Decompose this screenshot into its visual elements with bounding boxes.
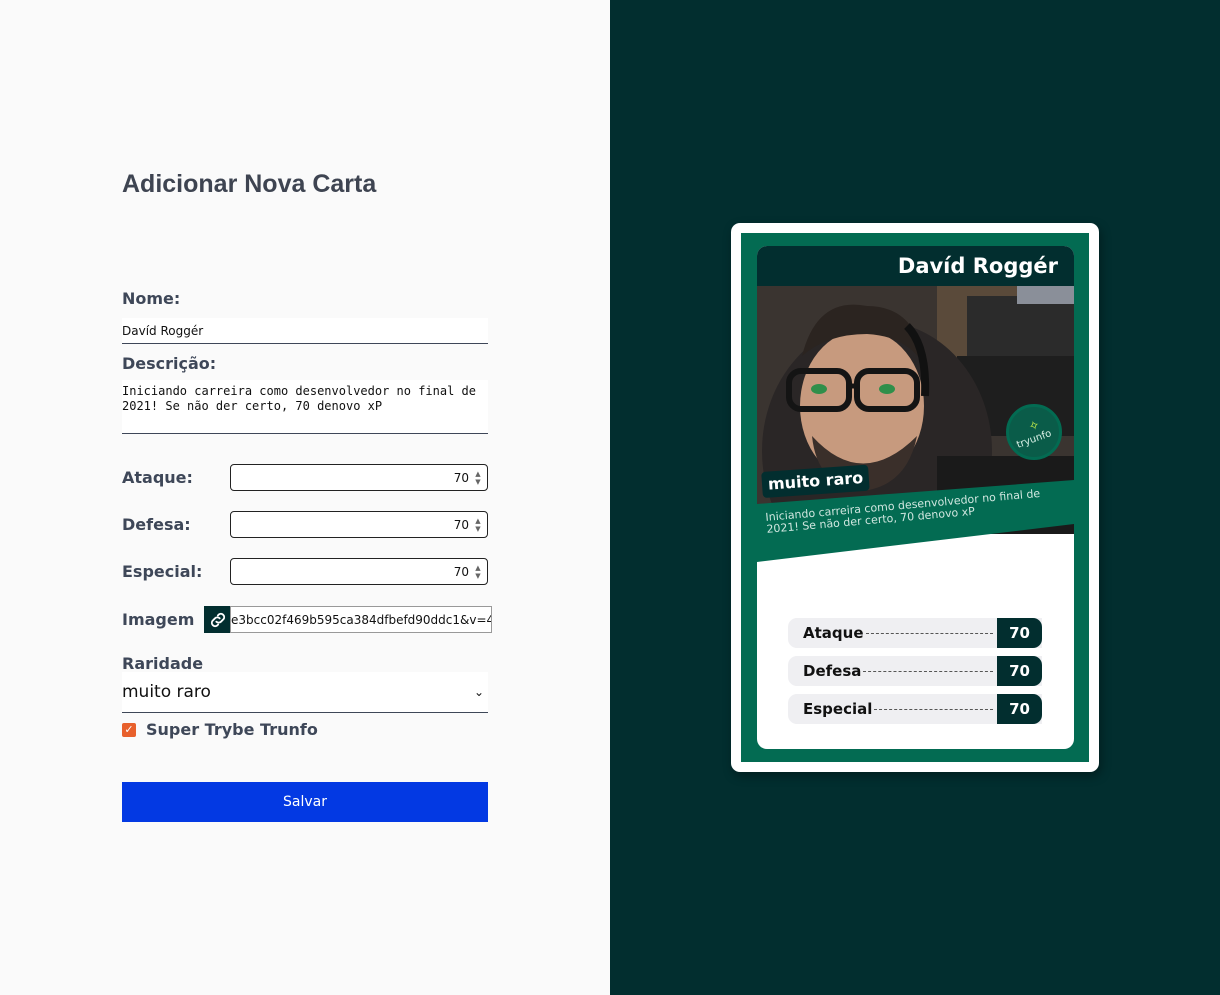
attribute-value: 70	[997, 618, 1042, 648]
chevron-down-icon: ⌄	[473, 685, 484, 699]
attribute-value: 70	[997, 656, 1042, 686]
card-body: Davíd Roggér ✧ tryunfo muito raro Inicia…	[757, 246, 1074, 749]
form-title: Adicionar Nova Carta	[122, 170, 377, 198]
rarity-label: Raridade	[122, 654, 204, 673]
special-label: Especial:	[122, 562, 203, 581]
card-frame: Davíd Roggér ✧ tryunfo muito raro Inicia…	[741, 233, 1089, 762]
card-attribute-attack: Ataque 70	[788, 618, 1042, 648]
attribute-value: 70	[997, 694, 1042, 724]
card-header: Davíd Roggér	[757, 246, 1074, 286]
attribute-name: Ataque	[803, 624, 864, 642]
special-input[interactable]: 70 ▲ ▼	[230, 558, 488, 585]
link-icon	[204, 606, 231, 633]
name-label: Nome:	[122, 289, 181, 308]
attribute-dots	[863, 670, 993, 672]
attribute-name: Especial	[803, 700, 873, 718]
card-attribute-special: Especial 70	[788, 694, 1042, 724]
card-attribute-defense: Defesa 70	[788, 656, 1042, 686]
attack-value: 70	[453, 470, 469, 485]
card-preview: Davíd Roggér ✧ tryunfo muito raro Inicia…	[731, 223, 1099, 772]
name-input[interactable]: Davíd Roggér	[122, 318, 488, 344]
attack-input[interactable]: 70 ▲ ▼	[230, 464, 488, 491]
defense-input[interactable]: 70 ▲ ▼	[230, 511, 488, 538]
defense-spinner[interactable]: ▲ ▼	[473, 515, 483, 534]
attribute-name: Defesa	[803, 662, 862, 680]
form-panel: Adicionar Nova Carta Nome: Davíd Roggér …	[0, 0, 610, 995]
description-label: Descrição:	[122, 354, 217, 373]
description-textarea[interactable]: Iniciando carreira como desenvolvedor no…	[122, 380, 488, 434]
defense-value: 70	[453, 517, 469, 532]
attribute-dots	[874, 708, 993, 710]
preview-panel: Davíd Roggér ✧ tryunfo muito raro Inicia…	[610, 0, 1220, 995]
attribute-dots	[865, 632, 993, 634]
trunfo-label: Super Trybe Trunfo	[146, 720, 318, 739]
rarity-select-value: muito raro	[122, 682, 211, 702]
attack-spinner[interactable]: ▲ ▼	[473, 468, 483, 487]
special-value: 70	[453, 564, 469, 579]
trunfo-checkbox[interactable]: ✓	[122, 723, 136, 737]
attack-label: Ataque:	[122, 468, 193, 487]
image-url-input[interactable]: e3bcc02f469b595ca384dfbefd90ddc1&v=4	[230, 606, 492, 633]
defense-label: Defesa:	[122, 515, 191, 534]
trunfo-badge: ✧ tryunfo	[1006, 404, 1062, 460]
special-spinner[interactable]: ▲ ▼	[473, 562, 483, 581]
rarity-select[interactable]: muito raro ⌄	[122, 672, 488, 713]
save-button[interactable]: Salvar	[122, 782, 488, 822]
card-name: Davíd Roggér	[897, 254, 1058, 278]
image-label: Imagem	[122, 610, 195, 629]
